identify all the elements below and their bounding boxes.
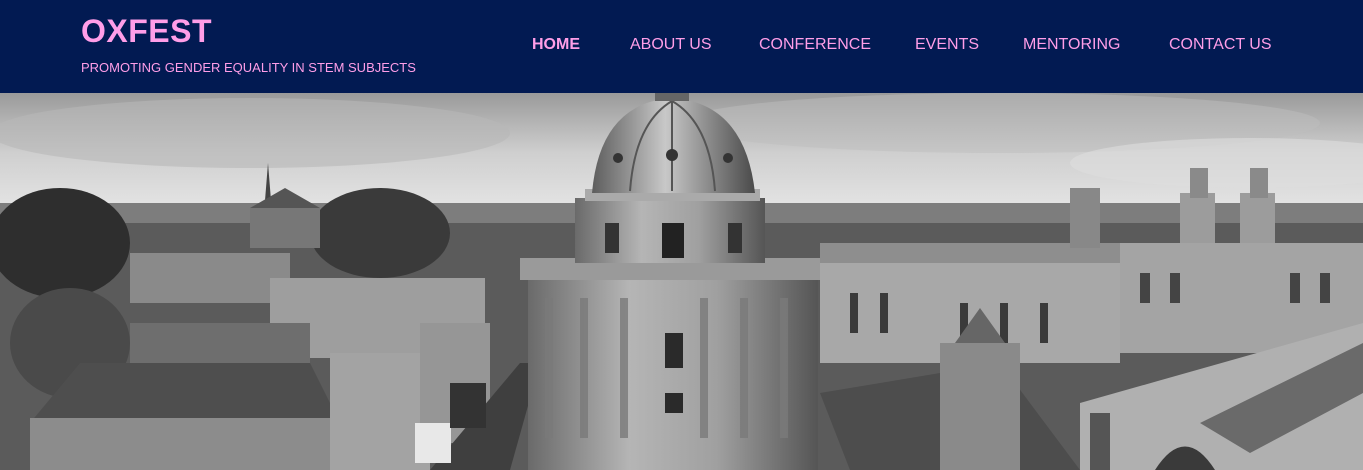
nav-about-us[interactable]: ABOUT US	[630, 34, 712, 56]
hero-photo-oxford-skyline	[0, 93, 1363, 470]
site-tagline: PROMOTING GENDER EQUALITY IN STEM SUBJEC…	[81, 60, 416, 75]
hero-banner-image	[0, 93, 1363, 470]
nav-contact-us[interactable]: CONTACT US	[1169, 34, 1272, 56]
nav-events[interactable]: EVENTS	[915, 34, 979, 56]
nav-conference[interactable]: CONFERENCE	[759, 34, 871, 56]
main-nav: HOME ABOUT US CONFERENCE EVENTS MENTORIN…	[0, 34, 1363, 56]
nav-home[interactable]: HOME	[532, 34, 580, 56]
nav-mentoring[interactable]: MENTORING	[1023, 34, 1120, 56]
site-header: OXFEST PROMOTING GENDER EQUALITY IN STEM…	[0, 0, 1363, 93]
